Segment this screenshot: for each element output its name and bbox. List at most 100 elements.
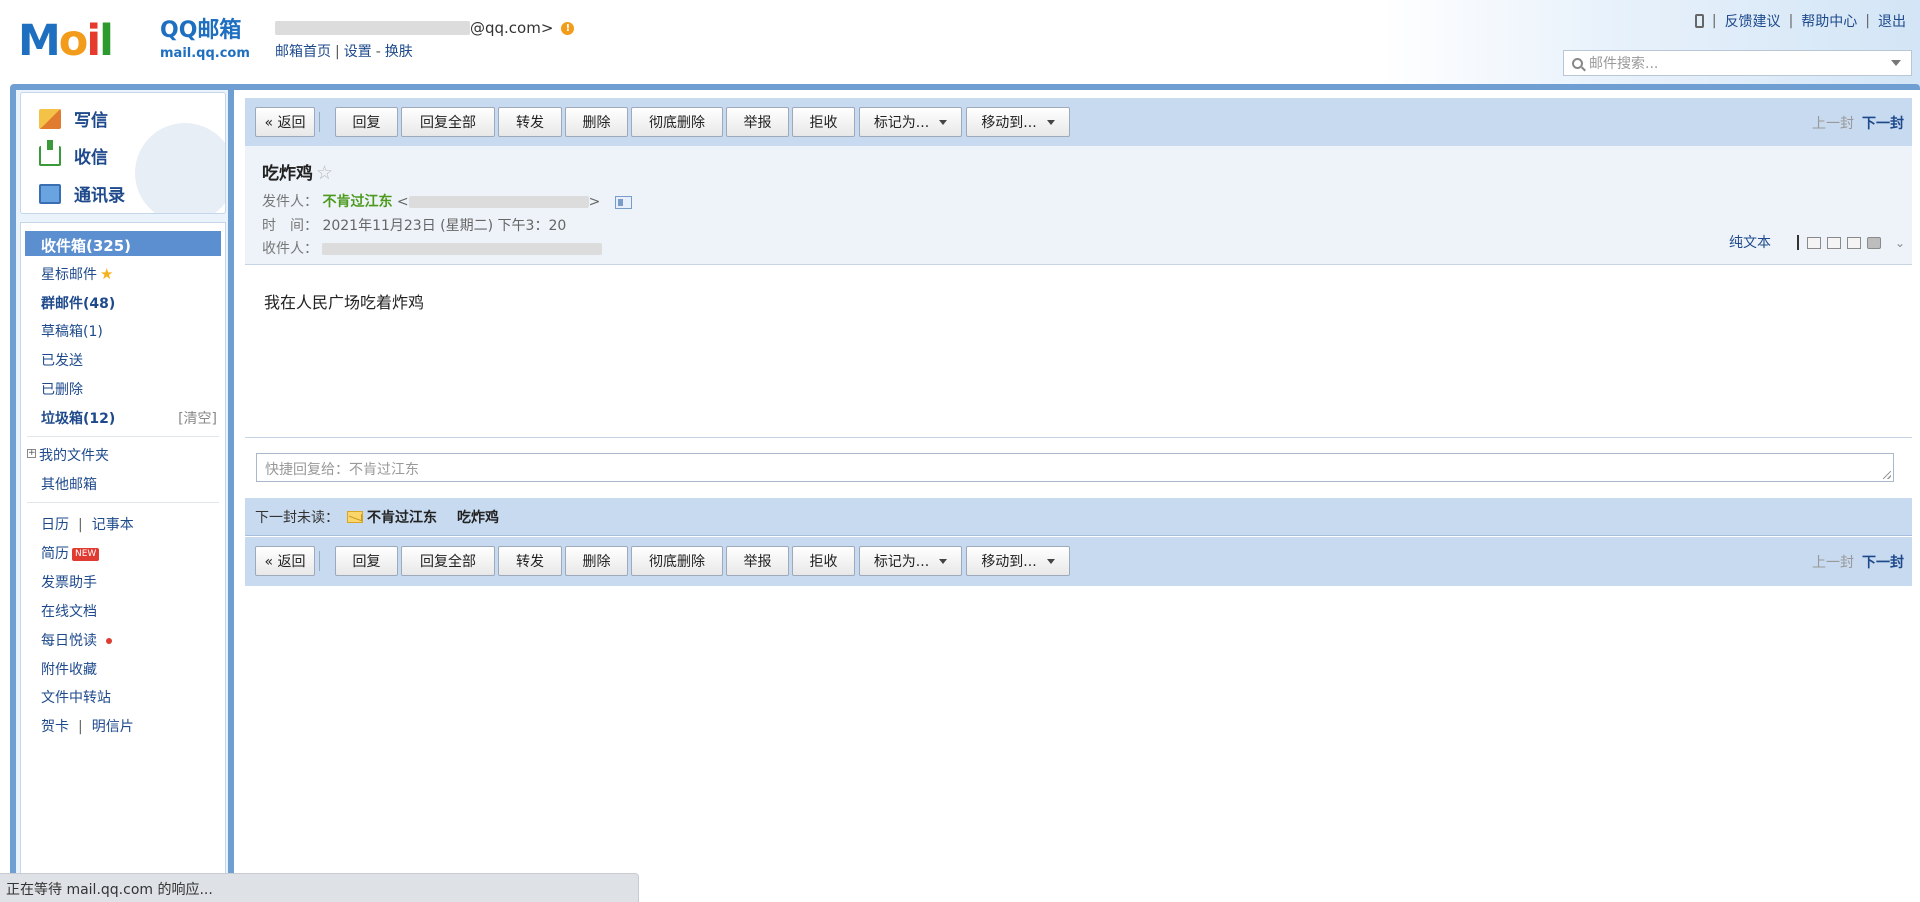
delete-button[interactable]: 删除 (565, 546, 628, 576)
reply-all-button[interactable]: 回复全部 (401, 546, 495, 576)
quick-reply-placeholder: 快捷回复给：不肯过江东 (265, 462, 419, 478)
folder-spam[interactable]: 垃圾箱(12) (41, 408, 115, 428)
notebook-link[interactable]: 记事本 (92, 517, 134, 533)
calendar-link[interactable]: 日历 (41, 517, 69, 533)
warning-icon[interactable]: ! (561, 21, 575, 35)
report-button[interactable]: 举报 (726, 107, 789, 137)
note-icon[interactable] (1827, 236, 1841, 249)
mark-as-label: 标记为... (873, 554, 930, 570)
top-links: 邮箱首页 | 设置 - 换肤 (275, 41, 413, 61)
app-transfer[interactable]: 文件中转站 (41, 687, 111, 707)
qq-mail-logo[interactable]: Moil QQ邮箱 mail.qq.com (18, 14, 258, 64)
prev-mail-link[interactable]: 上一封 (1812, 555, 1854, 571)
search-icon (1572, 57, 1583, 69)
divider (27, 502, 219, 503)
sender-name[interactable]: 不肯过江东 (322, 194, 392, 210)
penguin-watermark (135, 123, 225, 213)
expand-down-icon[interactable]: ⌄ (1895, 236, 1905, 250)
folder-group[interactable]: 群邮件(48) (41, 293, 115, 313)
settings-link[interactable]: 设置 (344, 44, 372, 60)
folder-inbox-label[interactable]: 收件箱(325) (41, 235, 131, 256)
contact-card-icon[interactable] (614, 195, 632, 209)
report-button[interactable]: 举报 (726, 546, 789, 576)
prev-mail-link[interactable]: 上一封 (1812, 116, 1854, 132)
mailbox-home-link[interactable]: 邮箱首页 (275, 44, 331, 60)
divider (27, 436, 219, 437)
mark-as-dropdown[interactable]: 标记为... (859, 107, 962, 137)
mail-to-row: 收件人： (262, 238, 603, 258)
from-email-open: < (396, 194, 409, 210)
contacts-icon (39, 183, 61, 204)
account-redacted (275, 21, 470, 35)
delete-button[interactable]: 删除 (565, 107, 628, 137)
mail-search-input[interactable]: 邮件搜索... (1563, 50, 1912, 76)
app-resume[interactable]: 简历 NEW (41, 543, 100, 563)
browser-status-bar: 正在等待 mail.qq.com 的响应... (0, 873, 639, 902)
folder-drafts[interactable]: 草稿箱(1) (41, 321, 103, 341)
reply-all-button[interactable]: 回复全部 (401, 107, 495, 137)
save-icon[interactable] (1847, 236, 1861, 249)
folder-starred-label: 星标邮件 (41, 267, 97, 283)
clear-spam-link[interactable]: [清空] (178, 408, 217, 428)
new-window-icon[interactable] (1807, 236, 1821, 249)
reject-button[interactable]: 拒收 (792, 107, 855, 137)
next-mail-link[interactable]: 下一封 (1862, 555, 1904, 571)
logout-link[interactable]: 退出 (1878, 11, 1906, 31)
app-invoice[interactable]: 发票助手 (41, 572, 97, 592)
folder-deleted[interactable]: 已删除 (41, 379, 83, 399)
folder-list: 收件箱(325) 星标邮件 ★ 群邮件(48) 草稿箱(1) 已发送 已删除 垃圾… (20, 222, 226, 902)
mail-from-row: 发件人： 不肯过江东 < > (262, 191, 632, 211)
next-unread-sender[interactable]: 不肯过江东 (367, 507, 437, 527)
phone-icon[interactable] (1694, 14, 1704, 28)
reject-button[interactable]: 拒收 (792, 546, 855, 576)
mail-toolbar-bottom: « 返回 回复 回复全部 转发 删除 彻底删除 举报 拒收 标记为... 移动到… (245, 537, 1912, 586)
chevron-down-icon (1046, 558, 1055, 564)
folder-starred[interactable]: 星标邮件 ★ (41, 264, 113, 284)
forward-button[interactable]: 转发 (498, 107, 562, 137)
next-unread-subject[interactable]: 吃炸鸡 (457, 507, 499, 527)
folder-other-mailbox[interactable]: 其他邮箱 (41, 474, 97, 494)
help-center-link[interactable]: 帮助中心 (1801, 11, 1857, 31)
plain-text-link[interactable]: 纯文本 (1729, 232, 1771, 252)
top-header: Moil QQ邮箱 mail.qq.com @qq.com> ! 邮箱首页 | 设置… (0, 0, 1920, 86)
envelope-icon (347, 510, 363, 523)
folder-my-folders[interactable]: 我的文件夹 (39, 445, 109, 465)
skin-link[interactable]: 换肤 (385, 44, 413, 60)
feedback-link[interactable]: 反馈建议 (1725, 11, 1781, 31)
quick-reply-input[interactable]: 快捷回复给：不肯过江东 (256, 453, 1894, 482)
compose-button[interactable]: 写信 (39, 106, 108, 131)
reply-button[interactable]: 回复 (335, 107, 398, 137)
app-docs[interactable]: 在线文档 (41, 601, 97, 621)
greeting-card-link[interactable]: 贺卡 (41, 719, 69, 735)
delete-permanent-button[interactable]: 彻底删除 (631, 107, 723, 137)
move-to-dropdown[interactable]: 移动到... (966, 546, 1070, 576)
compose-label: 写信 (74, 111, 108, 131)
resize-handle-icon[interactable] (1883, 471, 1891, 479)
receive-button[interactable]: 收信 (39, 139, 108, 168)
forward-button[interactable]: 转发 (498, 546, 562, 576)
reply-button[interactable]: 回复 (335, 546, 398, 576)
postcard-link[interactable]: 明信片 (92, 719, 134, 735)
mail-header: 吃炸鸡 ☆ 发件人： 不肯过江东 < > 时 间： 2021年11月23日 (星期二… (245, 146, 1912, 265)
app-daily-read[interactable]: 每日悦读 (41, 630, 112, 650)
divider (245, 437, 1912, 438)
folder-sent[interactable]: 已发送 (41, 350, 83, 370)
star-toggle-icon[interactable]: ☆ (316, 162, 333, 184)
compose-icon (39, 108, 61, 129)
move-to-label: 移动到... (981, 115, 1037, 131)
mail-pager: 上一封 下一封 (1812, 113, 1904, 133)
app-row-calendar: 日历 | 记事本 (41, 514, 134, 534)
mark-as-dropdown[interactable]: 标记为... (859, 546, 962, 576)
back-button[interactable]: « 返回 (255, 107, 315, 137)
back-button[interactable]: « 返回 (255, 546, 315, 576)
mail-pager: 上一封 下一封 (1812, 552, 1904, 572)
daily-read-label: 每日悦读 (41, 633, 97, 649)
contacts-button[interactable]: 通讯录 (39, 181, 125, 206)
move-to-dropdown[interactable]: 移动到... (966, 107, 1070, 137)
app-attachments[interactable]: 附件收藏 (41, 659, 97, 679)
next-mail-link[interactable]: 下一封 (1862, 116, 1904, 132)
search-dropdown-icon[interactable] (1891, 60, 1901, 66)
delete-permanent-button[interactable]: 彻底删除 (631, 546, 723, 576)
print-icon[interactable] (1867, 236, 1881, 249)
expand-icon[interactable]: + (27, 449, 36, 458)
